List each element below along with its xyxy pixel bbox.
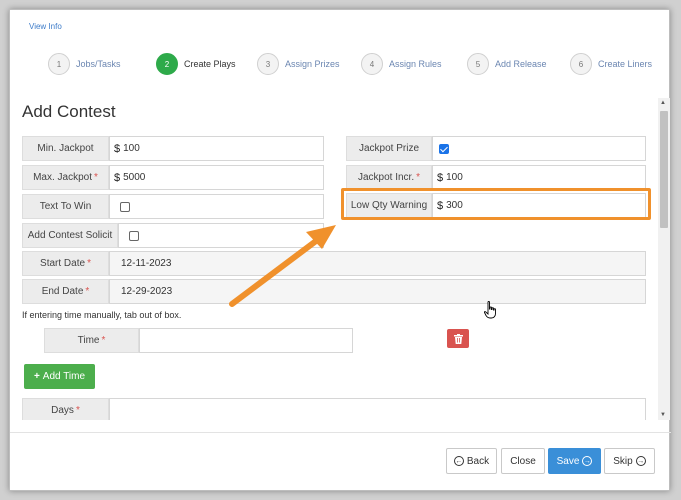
step-number: 2: [156, 53, 178, 75]
step-assign-prizes[interactable]: 3 Assign Prizes: [257, 52, 340, 76]
step-create-liners[interactable]: 6 Create Liners: [570, 52, 652, 76]
step-jobs-tasks[interactable]: 1 Jobs/Tasks: [48, 52, 121, 76]
form-content: Add Contest Min. Jackpot $ 100 Max. Jack…: [10, 98, 658, 420]
step-label: Create Liners: [598, 59, 653, 69]
view-info-link[interactable]: View Info: [29, 22, 62, 31]
footer-divider: [10, 432, 671, 433]
step-label: Add Release: [495, 59, 547, 69]
forward-arrow-icon: →: [635, 456, 646, 466]
back-arrow-icon: ←: [453, 456, 464, 466]
scroll-down-icon[interactable]: ▼: [660, 412, 666, 418]
step-assign-rules[interactable]: 4 Assign Rules: [361, 52, 442, 76]
hand-cursor-icon: [484, 301, 496, 319]
wizard-steps: 1 Jobs/Tasks 2 Create Plays 3 Assign Pri…: [10, 52, 671, 78]
close-button[interactable]: Close: [501, 448, 545, 474]
step-number: 4: [361, 53, 383, 75]
step-label: Jobs/Tasks: [76, 59, 121, 69]
skip-button[interactable]: Skip →: [604, 448, 655, 474]
scroll-thumb[interactable]: [660, 111, 668, 228]
step-number: 6: [570, 53, 592, 75]
add-contest-modal: View Info 1 Jobs/Tasks 2 Create Plays 3 …: [9, 9, 671, 491]
step-number: 1: [48, 53, 70, 75]
step-add-release[interactable]: 5 Add Release: [467, 52, 547, 76]
scrollbar[interactable]: ▲ ▼: [658, 98, 670, 420]
annotation-arrow: [229, 225, 336, 307]
step-create-plays[interactable]: 2 Create Plays: [156, 52, 236, 76]
step-label: Create Plays: [184, 59, 236, 69]
forward-arrow-icon: →: [582, 456, 593, 466]
back-button[interactable]: ← Back: [446, 448, 497, 474]
step-number: 5: [467, 53, 489, 75]
step-number: 3: [257, 53, 279, 75]
save-button[interactable]: Save →: [548, 448, 601, 474]
step-label: Assign Rules: [389, 59, 442, 69]
scroll-up-icon[interactable]: ▲: [660, 100, 666, 106]
step-label: Assign Prizes: [285, 59, 340, 69]
